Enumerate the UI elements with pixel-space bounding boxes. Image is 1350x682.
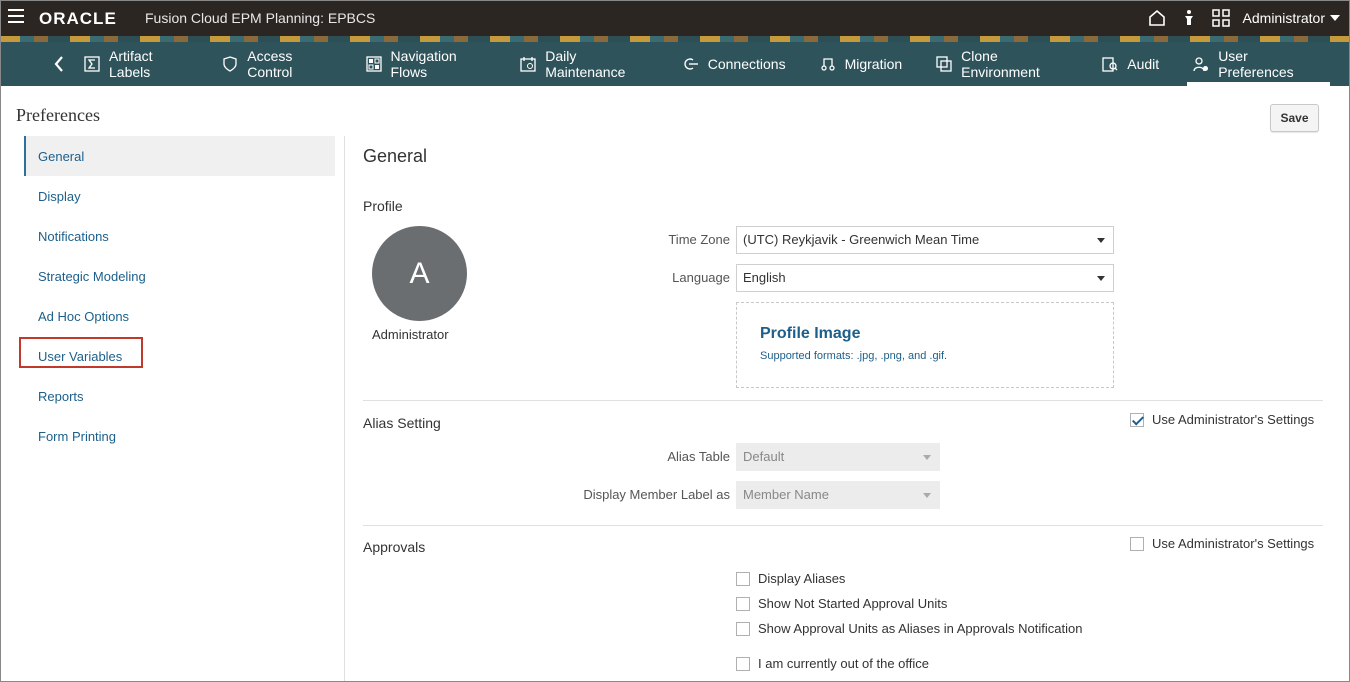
chevron-down-icon <box>1330 15 1340 21</box>
approval-option[interactable]: Display Aliases <box>736 571 845 586</box>
calendar-icon <box>520 56 536 72</box>
divider <box>363 400 1323 401</box>
user-variables-highlight <box>19 337 143 368</box>
flows-icon <box>365 56 382 72</box>
nav-item-daily-maintenance[interactable]: Daily Maintenance <box>520 42 649 86</box>
nav-item-label: Artifact Labels <box>109 48 153 80</box>
alias-use-admin-label: Use Administrator's Settings <box>1152 412 1315 427</box>
approval-option[interactable]: I am currently out of the office <box>736 656 929 671</box>
profile-image-title[interactable]: Profile Image <box>760 325 860 343</box>
nav-item-clone-environment[interactable]: Clone Environment <box>936 42 1068 86</box>
chevron-left-icon[interactable] <box>52 54 68 74</box>
nav-item-label: Clone Environment <box>961 48 1040 80</box>
user-menu[interactable]: Administrator <box>1243 10 1340 26</box>
sidebar-item-general[interactable]: General <box>24 136 335 176</box>
user-name: Administrator <box>1242 10 1325 26</box>
approval-option[interactable]: Show Not Started Approval Units <box>736 596 947 611</box>
time-zone-label: Time Zone <box>668 232 730 247</box>
grid-apps-icon[interactable] <box>1211 8 1231 28</box>
save-button[interactable]: Save <box>1270 104 1319 132</box>
nav-item-user-preferences[interactable]: User Preferences <box>1187 42 1330 86</box>
avatar: A <box>372 226 467 321</box>
nav-item-label: User Preferences <box>1218 48 1294 80</box>
nav-item-connections[interactable]: Connections <box>683 42 786 86</box>
alias-table-label: Alias Table <box>667 449 730 464</box>
nav-ribbon: Artifact Labels Access Control Navigation … <box>0 42 1350 86</box>
approval-option-checkbox[interactable] <box>736 621 750 636</box>
approval-option-label: Show Approval Units as Aliases in Approv… <box>758 621 1083 636</box>
nav-item-artifact-labels[interactable]: Artifact Labels <box>84 42 188 86</box>
migration-icon <box>820 56 836 72</box>
top-header: ORACLE Fusion Cloud EPM Planning: EPBCS … <box>0 0 1350 36</box>
alias-use-admin-checkbox[interactable] <box>1130 412 1144 427</box>
time-zone-select[interactable]: (UTC) Reykjavik - Greenwich Mean Time <box>736 226 1114 254</box>
profile-image-dropzone[interactable]: Profile Image Supported formats: .jpg, .… <box>736 302 1114 388</box>
approvals-heading: Approvals <box>363 539 426 555</box>
home-icon[interactable] <box>1147 8 1167 28</box>
clone-icon <box>936 56 952 72</box>
approval-option-label: I am currently out of the office <box>758 656 930 671</box>
header-actions: Administrator <box>1147 0 1340 36</box>
alias-table-value: Default <box>743 449 785 464</box>
nav-items: Artifact Labels Access Control Navigation … <box>84 42 1350 86</box>
user-preferences-icon <box>1193 56 1209 72</box>
language-value: English <box>743 270 786 285</box>
section-title: General <box>363 146 428 166</box>
sidebar-item-form-printing[interactable]: Form Printing <box>24 416 335 456</box>
sidebar-divider <box>344 136 345 682</box>
sigma-icon <box>84 56 100 72</box>
connections-icon <box>683 56 699 72</box>
alias-use-admin-settings[interactable]: Use Administrator's Settings <box>1130 412 1314 427</box>
approval-option-checkbox[interactable] <box>736 656 750 671</box>
nav-item-label: Audit <box>1127 56 1160 72</box>
nav-item-label: Connections <box>707 56 786 72</box>
nav-item-audit[interactable]: Audit <box>1102 42 1159 86</box>
alias-heading: Alias Setting <box>363 415 441 431</box>
member-label-select: Member Name <box>736 481 940 509</box>
approval-option-label: Display Aliases <box>758 571 846 586</box>
nav-item-navigation-flows[interactable]: Navigation Flows <box>365 42 487 86</box>
approval-option-checkbox[interactable] <box>736 571 750 586</box>
accessibility-icon[interactable] <box>1179 8 1199 28</box>
nav-item-migration[interactable]: Migration <box>820 42 903 86</box>
sidebar-item-display[interactable]: Display <box>24 176 335 216</box>
oracle-logo: ORACLE <box>39 9 117 28</box>
divider <box>363 525 1323 526</box>
dropdown-arrow-icon <box>923 493 931 498</box>
nav-item-access-control[interactable]: Access Control <box>222 42 331 86</box>
profile-heading: Profile <box>363 198 403 214</box>
shield-icon <box>222 56 238 72</box>
sidebar-item-notifications[interactable]: Notifications <box>24 216 335 256</box>
profile-image-formats: Supported formats: .jpg, .png, and .gif. <box>760 350 948 362</box>
approval-option-label: Show Not Started Approval Units <box>758 596 948 611</box>
member-label-label: Display Member Label as <box>583 487 730 502</box>
nav-item-label: Access Control <box>247 48 293 80</box>
nav-item-label: Daily Maintenance <box>545 48 626 80</box>
app-title: Fusion Cloud EPM Planning: EPBCS <box>145 10 376 26</box>
audit-icon <box>1102 56 1118 72</box>
approval-option-checkbox[interactable] <box>736 596 750 611</box>
page-title: Preferences <box>16 105 100 125</box>
approvals-use-admin-settings[interactable]: Use Administrator's Settings <box>1130 536 1314 551</box>
dropdown-arrow-icon <box>1097 276 1105 281</box>
sidebar-item-ad-hoc-options[interactable]: Ad Hoc Options <box>24 296 335 336</box>
nav-item-label: Migration <box>844 56 903 72</box>
member-label-value: Member Name <box>743 487 829 502</box>
language-select[interactable]: English <box>736 264 1114 292</box>
dropdown-arrow-icon <box>1097 238 1105 243</box>
sidebar-item-reports[interactable]: Reports <box>24 376 335 416</box>
avatar-name: Administrator <box>372 327 449 342</box>
approvals-use-admin-checkbox[interactable] <box>1130 536 1144 551</box>
alias-table-select: Default <box>736 443 940 471</box>
nav-item-label: Navigation Flows <box>390 48 457 80</box>
preferences-sidebar: General Display Notifications Strategic Mod… <box>24 136 335 456</box>
dropdown-arrow-icon <box>923 455 931 460</box>
sidebar-item-strategic-modeling[interactable]: Strategic Modeling <box>24 256 335 296</box>
time-zone-value: (UTC) Reykjavik - Greenwich Mean Time <box>743 232 980 247</box>
approval-option[interactable]: Show Approval Units as Aliases in Approv… <box>736 621 1082 636</box>
hamburger-menu-icon[interactable] <box>8 9 24 23</box>
language-label: Language <box>672 270 730 285</box>
approvals-use-admin-label: Use Administrator's Settings <box>1152 536 1315 551</box>
